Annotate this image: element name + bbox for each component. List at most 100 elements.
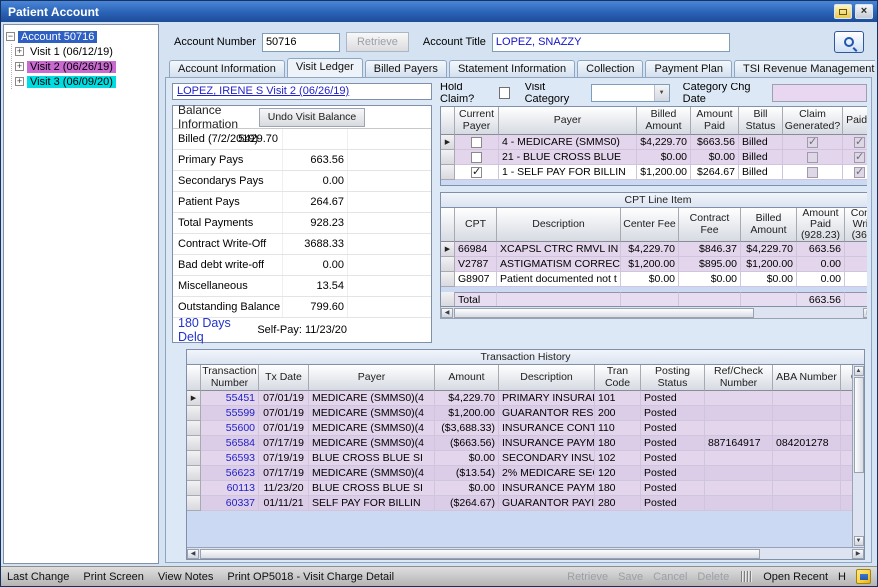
checkbox[interactable]: [471, 152, 482, 163]
visit-category-select[interactable]: ▼: [591, 84, 670, 102]
column-header[interactable]: CPT: [455, 208, 497, 242]
tree-root-label[interactable]: Account 50716: [18, 31, 97, 43]
tree-root-account[interactable]: − Account 50716: [6, 29, 156, 44]
table-row[interactable]: ▶66984XCAPSL CTRC RMVL IN$4,229.70$846.3…: [441, 242, 867, 257]
scrollbar-thumb[interactable]: [200, 549, 760, 559]
statusbar-view-notes[interactable]: View Notes: [158, 571, 213, 583]
expand-icon[interactable]: +: [15, 77, 24, 86]
table-cell: BLUE CROSS BLUE SI: [309, 451, 435, 466]
category-chg-date-field[interactable]: [772, 84, 867, 102]
column-header[interactable]: Contra Write- (3688.: [845, 208, 867, 242]
column-header[interactable]: Transaction Number: [201, 365, 259, 391]
column-header[interactable]: Amount: [435, 365, 499, 391]
table-cell: Posted: [641, 496, 705, 511]
table-row[interactable]: ▶4 - MEDICARE (SMMS0)$4,229.70$663.56Bil…: [441, 135, 867, 150]
column-header[interactable]: Description: [499, 365, 595, 391]
column-header[interactable]: Tran Code: [595, 365, 641, 391]
retrieve-button[interactable]: Retrieve: [346, 32, 409, 52]
tree-item-label[interactable]: Visit 3 (06/09/20): [27, 76, 116, 88]
tab-collection[interactable]: Collection: [577, 60, 643, 77]
column-header[interactable]: Contract Fee: [679, 208, 741, 242]
column-header[interactable]: Paid?: [843, 107, 867, 135]
scroll-right-icon[interactable]: ▶: [863, 308, 867, 318]
table-row[interactable]: 5659307/19/19BLUE CROSS BLUE SI$0.00SECO…: [187, 451, 852, 466]
column-header[interactable]: Billed Amount: [637, 107, 691, 135]
table-row[interactable]: 6011311/23/20BLUE CROSS BLUE SI$0.00INSU…: [187, 481, 852, 496]
minimize-icon[interactable]: [834, 4, 852, 19]
expand-icon[interactable]: +: [15, 62, 24, 71]
tree-item-visit-1[interactable]: +Visit 1 (06/12/19): [15, 44, 156, 59]
column-header[interactable]: Che: [841, 365, 852, 391]
column-header[interactable]: Billed Amount: [741, 208, 797, 242]
column-header[interactable]: Ref/Check Number: [705, 365, 773, 391]
column-header[interactable]: Current Payer: [455, 107, 499, 135]
table-row[interactable]: Total663.560: [441, 292, 867, 307]
scroll-left-icon[interactable]: ◀: [441, 308, 453, 318]
app-shortcut-icon[interactable]: [856, 569, 871, 584]
column-header[interactable]: Bill Status: [739, 107, 783, 135]
table-cell: MEDICARE (SMMS0)(4: [309, 406, 435, 421]
scroll-up-icon[interactable]: ▲: [854, 366, 864, 376]
table-cell: $0.00: [435, 481, 499, 496]
table-row[interactable]: 5658407/17/19MEDICARE (SMMS0)(4($663.56)…: [187, 436, 852, 451]
table-row[interactable]: 21 - BLUE CROSS BLUE$0.00$0.00Billed: [441, 150, 867, 165]
tab-visit-ledger[interactable]: Visit Ledger: [287, 58, 363, 77]
expand-icon[interactable]: +: [15, 47, 24, 56]
table-cell: XCAPSL CTRC RMVL IN: [497, 242, 621, 257]
checkbox[interactable]: [471, 137, 482, 148]
table-row[interactable]: 5559907/01/19MEDICARE (SMMS0)(4$1,200.00…: [187, 406, 852, 421]
balance-row: Total Payments928.23: [173, 213, 431, 234]
table-row[interactable]: 6033701/11/21SELF PAY FOR BILLIN($264.67…: [187, 496, 852, 511]
tree-item-visit-3[interactable]: +Visit 3 (06/09/20): [15, 74, 156, 89]
table-cell: $4,229.70: [637, 135, 691, 150]
column-header[interactable]: Claim Generated?: [783, 107, 843, 135]
tab-billed-payers[interactable]: Billed Payers: [365, 60, 447, 77]
tree-item-label[interactable]: Visit 2 (06/26/19): [27, 61, 116, 73]
table-cell: 56584: [201, 436, 259, 451]
table-row[interactable]: G8907Patient documented not t$0.00$0.00$…: [441, 272, 867, 287]
tree-item-label[interactable]: Visit 1 (06/12/19): [27, 46, 116, 58]
table-row[interactable]: 1 - SELF PAY FOR BILLIN$1,200.00$264.67B…: [441, 165, 867, 180]
scrollbar-thumb[interactable]: [854, 377, 864, 473]
table-row[interactable]: ▶5545107/01/19MEDICARE (SMMS0)(4$4,229.7…: [187, 391, 852, 406]
tree-item-visit-2[interactable]: +Visit 2 (06/26/19): [15, 59, 156, 74]
column-header[interactable]: Payer: [309, 365, 435, 391]
account-number-input[interactable]: [262, 33, 340, 52]
statusbar-last-change[interactable]: Last Change: [7, 571, 69, 583]
table-row[interactable]: 5662307/17/19MEDICARE (SMMS0)(4($13.54)2…: [187, 466, 852, 481]
column-header[interactable]: Amount Paid (928.23): [797, 208, 845, 242]
account-title-input[interactable]: [492, 33, 730, 52]
column-header[interactable]: Posting Status: [641, 365, 705, 391]
scrollbar-thumb[interactable]: [454, 308, 754, 318]
undo-visit-balance-button[interactable]: Undo Visit Balance: [259, 108, 365, 127]
table-row[interactable]: V2787ASTIGMATISM CORREC$1,200.00$895.00$…: [441, 257, 867, 272]
open-recent-button[interactable]: Open Recent: [763, 571, 828, 583]
table-cell: 07/17/19: [259, 436, 309, 451]
column-header[interactable]: Description: [497, 208, 621, 242]
column-header[interactable]: Amount Paid: [691, 107, 739, 135]
statusbar-print-screen[interactable]: Print Screen: [83, 571, 144, 583]
table-row[interactable]: 5560007/01/19MEDICARE (SMMS0)(4($3,688.3…: [187, 421, 852, 436]
column-header[interactable]: Payer: [499, 107, 637, 135]
close-icon[interactable]: ×: [855, 4, 873, 19]
hold-claim-checkbox[interactable]: [499, 87, 510, 99]
column-header[interactable]: Tx Date: [259, 365, 309, 391]
transaction-grid-area: Transaction NumberTx DatePayerAmountDesc…: [187, 365, 864, 547]
column-header[interactable]: Center Fee: [621, 208, 679, 242]
scroll-down-icon[interactable]: ▼: [854, 536, 864, 546]
scroll-right-icon[interactable]: ▶: [852, 549, 864, 559]
column-header[interactable]: ABA Number: [773, 365, 841, 391]
visit-link[interactable]: LOPEZ, IRENE S Visit 2 (06/26/19): [177, 85, 349, 97]
scroll-left-icon[interactable]: ◀: [187, 549, 199, 559]
search-button[interactable]: [834, 31, 864, 53]
chevron-down-icon[interactable]: ▼: [654, 85, 669, 101]
account-bar: Account Number Retrieve Account Title: [162, 24, 875, 58]
tab-account-information[interactable]: Account Information: [169, 60, 285, 77]
tab-payment-plan[interactable]: Payment Plan: [645, 60, 731, 77]
tab-statement-information[interactable]: Statement Information: [449, 60, 575, 77]
collapse-icon[interactable]: −: [6, 32, 15, 41]
tab-tsi-revenue-management[interactable]: TSI Revenue Management: [734, 60, 875, 77]
statusbar-print-op5018-visit-charge-detail[interactable]: Print OP5018 - Visit Charge Detail: [227, 571, 394, 583]
transaction-history-section: Transaction History Transaction NumberTx…: [186, 349, 865, 560]
checkbox[interactable]: [471, 167, 482, 178]
